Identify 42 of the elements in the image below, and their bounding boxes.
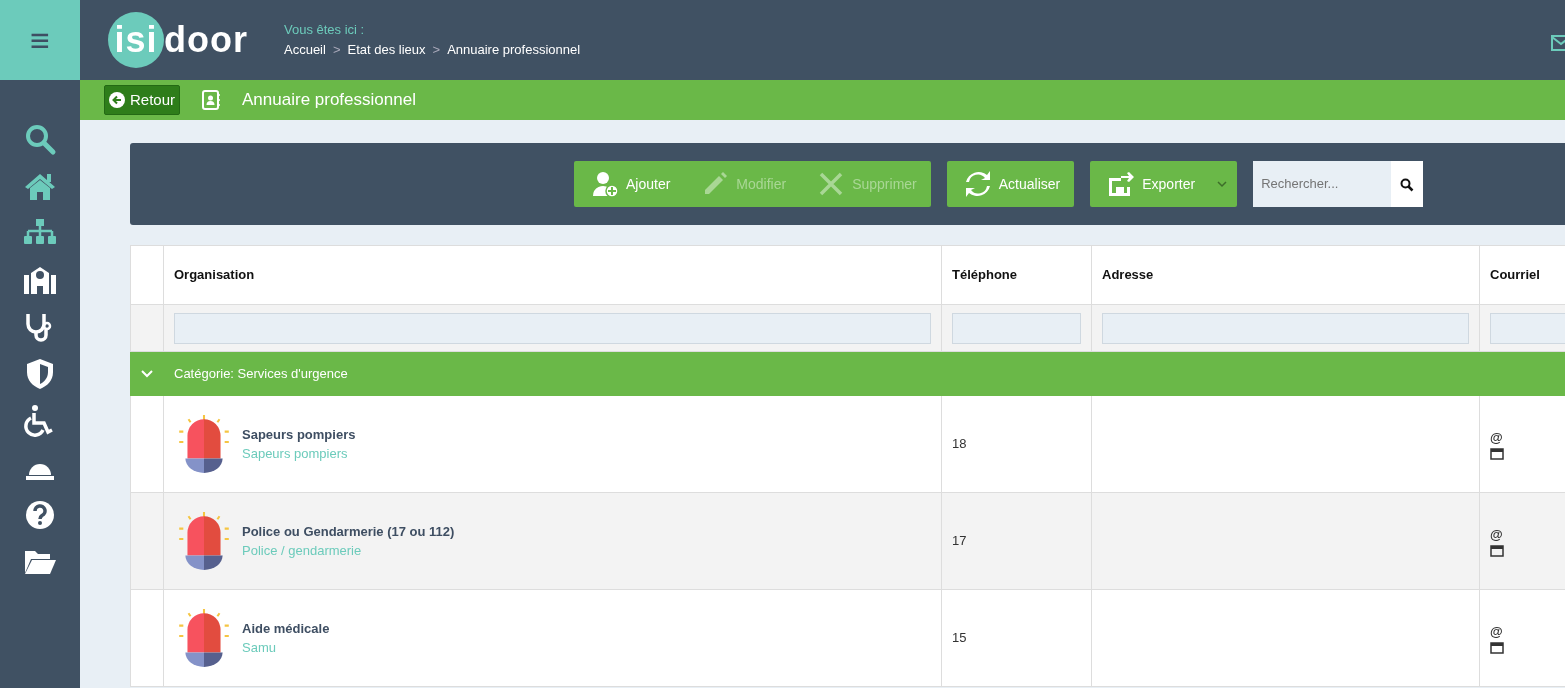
breadcrumb-label: Vous êtes ici : — [284, 21, 366, 39]
search-icon[interactable] — [1400, 177, 1415, 192]
export-icon — [1106, 170, 1137, 198]
breadcrumb-link[interactable]: Accueil — [284, 40, 326, 60]
website-icon[interactable] — [1490, 641, 1504, 654]
phone-number: 18 — [952, 436, 967, 452]
contact-book-icon — [202, 90, 221, 110]
breadcrumb-link[interactable]: Etat des lieux — [347, 40, 426, 60]
add-user-icon — [590, 170, 620, 198]
organisation-type: Samu — [242, 639, 277, 657]
breadcrumb-link[interactable]: Annuaire professionnel — [447, 40, 581, 60]
organisation-name: Aide médicale — [242, 619, 330, 638]
phone-number: 17 — [952, 533, 967, 549]
filter-field[interactable] — [1102, 312, 1469, 344]
back-button[interactable]: Retour — [104, 84, 181, 116]
logo-text: door — [164, 18, 248, 62]
logo-mark: isi — [108, 12, 164, 68]
organisation-name: Sapeurs pompiers — [242, 425, 356, 444]
search-field[interactable]: Rechercher... — [1253, 161, 1392, 207]
filter-field[interactable] — [952, 312, 1081, 344]
help-icon[interactable] — [23, 498, 57, 532]
column-header[interactable]: Téléphone — [952, 267, 1017, 283]
filter-field[interactable] — [174, 312, 931, 344]
website-icon[interactable] — [1490, 544, 1504, 557]
column-header[interactable]: Adresse — [1102, 267, 1154, 283]
breadcrumb-separator: > — [332, 41, 341, 59]
phone-number: 15 — [952, 630, 967, 646]
caret-icon[interactable] — [1217, 180, 1228, 188]
breadcrumb-separator: > — [432, 41, 441, 59]
page-title: Annuaire professionnel — [242, 89, 416, 112]
column-header[interactable]: Organisation — [174, 267, 255, 283]
website-icon[interactable] — [1490, 447, 1504, 460]
email-link[interactable]: @ — [1490, 622, 1565, 642]
organisation-type: Sapeurs pompiers — [242, 445, 349, 463]
email-link[interactable]: @ — [1490, 525, 1565, 545]
organisation-name: Police ou Gendarmerie (17 ou 112) — [242, 522, 455, 541]
mail-icon[interactable] — [1551, 35, 1565, 52]
column-header[interactable]: Courriel — [1490, 267, 1540, 283]
email-link[interactable]: @ — [1490, 428, 1565, 448]
back-arrow-icon — [109, 92, 125, 108]
menu-button[interactable]: ≡ — [0, 0, 80, 80]
organisation-type: Police / gendarmerie — [242, 542, 363, 560]
